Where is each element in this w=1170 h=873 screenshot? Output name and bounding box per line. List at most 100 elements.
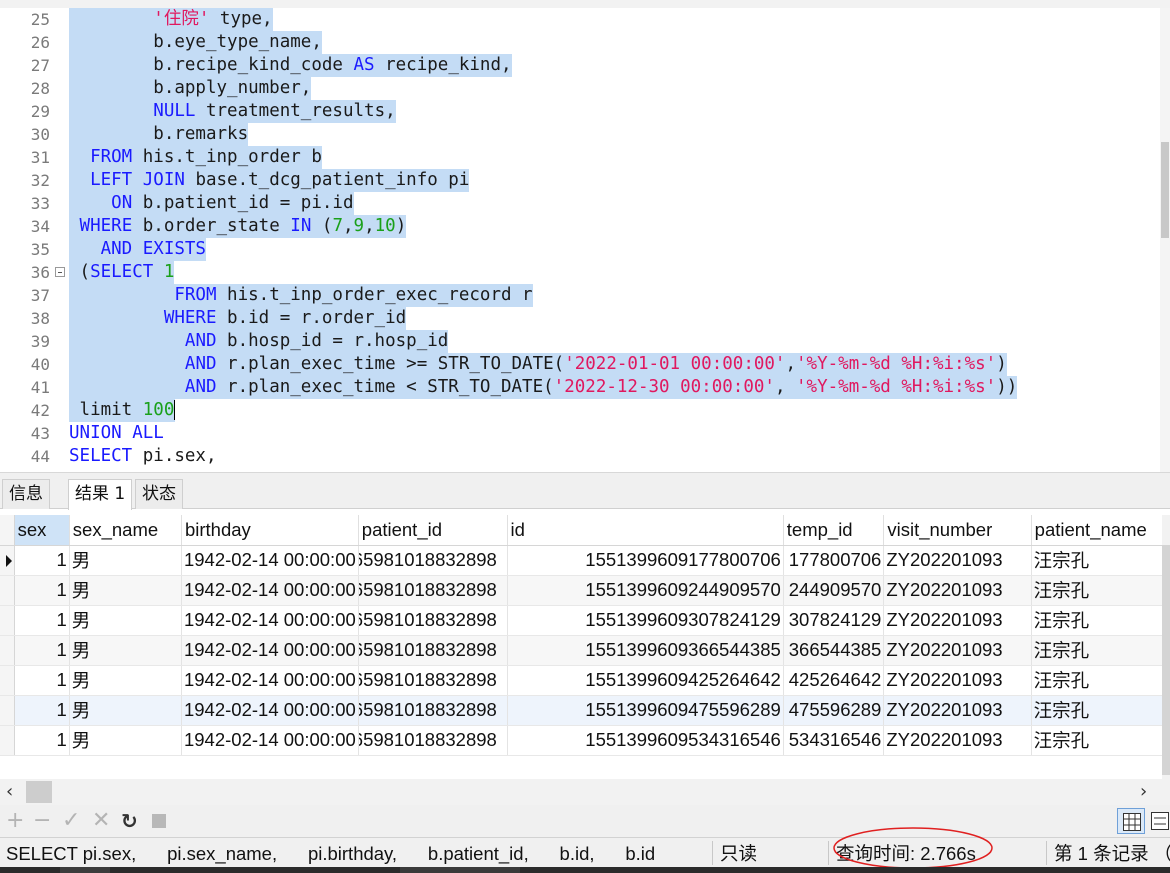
cell-temp-id[interactable]: 425264642 [783, 665, 885, 696]
cell-sex-name[interactable]: 男 [69, 665, 182, 696]
code-text[interactable]: b.remarks [69, 123, 249, 146]
cell-sex[interactable]: 1 [14, 635, 70, 666]
cell-id[interactable]: 1551399609534316546 [507, 725, 784, 756]
cell-patient-id[interactable]: 65981018832898 [358, 695, 508, 726]
cell-temp-id[interactable]: 244909570 [783, 575, 885, 606]
code-line[interactable]: 26 b.eye_type_name, [0, 31, 1160, 54]
code-text[interactable]: AND EXISTS [69, 238, 206, 261]
table-row[interactable]: 1 男 1942-02-14 00:00:00 65981018832898 15513… [0, 635, 1170, 666]
table-row[interactable]: 1 男 1942-02-14 00:00:00 65981018832898 15513… [0, 605, 1170, 636]
cell-birthday[interactable]: 1942-02-14 00:00:00 [181, 605, 359, 636]
code-text[interactable]: (SELECT 1 [69, 261, 175, 284]
fold-toggle-icon[interactable] [55, 267, 65, 277]
refresh-icon[interactable]: ↻ [121, 809, 138, 833]
code-line[interactable]: 44 SELECT pi.sex, [0, 445, 1160, 468]
cell-patient-id[interactable]: 65981018832898 [358, 575, 508, 606]
column-header-birthday[interactable]: birthday [181, 515, 359, 546]
minus-icon[interactable]: − [33, 809, 51, 833]
cell-temp-id[interactable]: 307824129 [783, 605, 885, 636]
column-header-visit-number[interactable]: visit_number [883, 515, 1032, 546]
code-area[interactable]: 25 '住院' type, 26 b.eye_type_name, 27 b.rec… [0, 8, 1160, 468]
cell-patient-name[interactable]: 汪宗孔 [1031, 575, 1170, 606]
cell-sex[interactable]: 1 [14, 725, 70, 756]
code-line[interactable]: 40 AND r.plan_exec_time >= STR_TO_DATE('… [0, 353, 1160, 376]
code-line[interactable]: 43 UNION ALL [0, 422, 1160, 445]
table-row[interactable]: 1 男 1942-02-14 00:00:00 65981018832898 15513… [0, 695, 1170, 726]
code-line[interactable]: 41 AND r.plan_exec_time < STR_TO_DATE('2… [0, 376, 1160, 399]
code-line[interactable]: 27 b.recipe_kind_code AS recipe_kind, [0, 54, 1160, 77]
cell-temp-id[interactable]: 177800706 [783, 545, 885, 576]
code-text[interactable]: b.eye_type_name, [69, 31, 322, 54]
row-indicator[interactable] [0, 665, 15, 696]
code-line[interactable]: 34 WHERE b.order_state IN (7,9,10) [0, 215, 1160, 238]
code-line[interactable]: 38 WHERE b.id = r.order_id [0, 307, 1160, 330]
cell-birthday[interactable]: 1942-02-14 00:00:00 [181, 725, 359, 756]
cell-sex-name[interactable]: 男 [69, 545, 182, 576]
cell-id[interactable]: 1551399609244909570 [507, 575, 784, 606]
row-indicator[interactable] [0, 695, 15, 726]
cell-sex[interactable]: 1 [14, 665, 70, 696]
cell-patient-id[interactable]: 65981018832898 [358, 545, 508, 576]
cell-patient-id[interactable]: 65981018832898 [358, 605, 508, 636]
row-indicator[interactable] [0, 575, 15, 606]
row-indicator[interactable] [0, 635, 15, 666]
cell-visit-number[interactable]: ZY202201093 [883, 635, 1032, 666]
column-header-patient-name[interactable]: patient_name [1031, 515, 1170, 546]
grid-view-icon[interactable] [1117, 808, 1145, 834]
cell-sex-name[interactable]: 男 [69, 635, 182, 666]
cell-visit-number[interactable]: ZY202201093 [883, 725, 1032, 756]
code-line[interactable]: 42 limit 100 [0, 399, 1160, 422]
code-line[interactable]: 30 b.remarks [0, 123, 1160, 146]
code-text[interactable]: WHERE b.order_state IN (7,9,10) [69, 215, 407, 238]
cell-visit-number[interactable]: ZY202201093 [883, 605, 1032, 636]
table-row[interactable]: 1 男 1942-02-14 00:00:00 65981018832898 15513… [0, 575, 1170, 606]
column-header-temp-id[interactable]: temp_id [783, 515, 885, 546]
code-text[interactable]: FROM his.t_inp_order_exec_record r [69, 284, 533, 307]
cell-patient-name[interactable]: 汪宗孔 [1031, 725, 1170, 756]
cell-patient-name[interactable]: 汪宗孔 [1031, 665, 1170, 696]
table-row[interactable]: 1 男 1942-02-14 00:00:00 65981018832898 15513… [0, 545, 1170, 576]
code-text[interactable]: FROM his.t_inp_order b [69, 146, 322, 169]
scroll-right-icon[interactable]: › [1140, 781, 1147, 802]
cell-patient-name[interactable]: 汪宗孔 [1031, 695, 1170, 726]
cell-patient-id[interactable]: 65981018832898 [358, 725, 508, 756]
cell-visit-number[interactable]: ZY202201093 [883, 695, 1032, 726]
cell-patient-id[interactable]: 65981018832898 [358, 635, 508, 666]
column-header-id[interactable]: id [507, 515, 784, 546]
result-grid[interactable]: sex sex_name birthday patient_id id temp… [0, 515, 1170, 779]
code-line[interactable]: 35 AND EXISTS [0, 238, 1160, 261]
cell-temp-id[interactable]: 534316546 [783, 725, 885, 756]
cell-sex[interactable]: 1 [14, 545, 70, 576]
cell-id[interactable]: 1551399609366544385 [507, 635, 784, 666]
tab-status[interactable]: 状态 [135, 479, 183, 509]
x-icon[interactable]: ✕ [92, 809, 110, 833]
cell-id[interactable]: 1551399609307824129 [507, 605, 784, 636]
cell-birthday[interactable]: 1942-02-14 00:00:00 [181, 575, 359, 606]
code-text[interactable]: LEFT JOIN base.t_dcg_patient_info pi [69, 169, 470, 192]
cell-visit-number[interactable]: ZY202201093 [883, 545, 1032, 576]
grid-vertical-scrollbar[interactable] [1162, 515, 1170, 779]
cell-patient-id[interactable]: 65981018832898 [358, 665, 508, 696]
cell-sex-name[interactable]: 男 [69, 725, 182, 756]
cell-sex[interactable]: 1 [14, 575, 70, 606]
code-line[interactable]: 37 FROM his.t_inp_order_exec_record r [0, 284, 1160, 307]
grid-scroll-thumb[interactable] [1162, 545, 1170, 775]
cell-birthday[interactable]: 1942-02-14 00:00:00 [181, 695, 359, 726]
tab-info[interactable]: 信息 [2, 479, 50, 509]
cell-birthday[interactable]: 1942-02-14 00:00:00 [181, 635, 359, 666]
cell-birthday[interactable]: 1942-02-14 00:00:00 [181, 545, 359, 576]
code-text[interactable]: WHERE b.id = r.order_id [69, 307, 407, 330]
column-header-patient-id[interactable]: patient_id [358, 515, 508, 546]
code-text[interactable]: limit 100 [69, 399, 176, 422]
table-row[interactable]: 1 男 1942-02-14 00:00:00 65981018832898 15513… [0, 725, 1170, 756]
cell-temp-id[interactable]: 475596289 [783, 695, 885, 726]
code-line[interactable]: 32 LEFT JOIN base.t_dcg_patient_info pi [0, 169, 1160, 192]
cell-id[interactable]: 1551399609177800706 [507, 545, 784, 576]
cell-visit-number[interactable]: ZY202201093 [883, 575, 1032, 606]
code-line[interactable]: 25 '住院' type, [0, 8, 1160, 31]
row-indicator[interactable] [0, 725, 15, 756]
cell-birthday[interactable]: 1942-02-14 00:00:00 [181, 665, 359, 696]
code-line[interactable]: 31 FROM his.t_inp_order b [0, 146, 1160, 169]
code-text[interactable]: b.apply_number, [69, 77, 312, 100]
code-text[interactable]: AND b.hosp_id = r.hosp_id [69, 330, 449, 353]
